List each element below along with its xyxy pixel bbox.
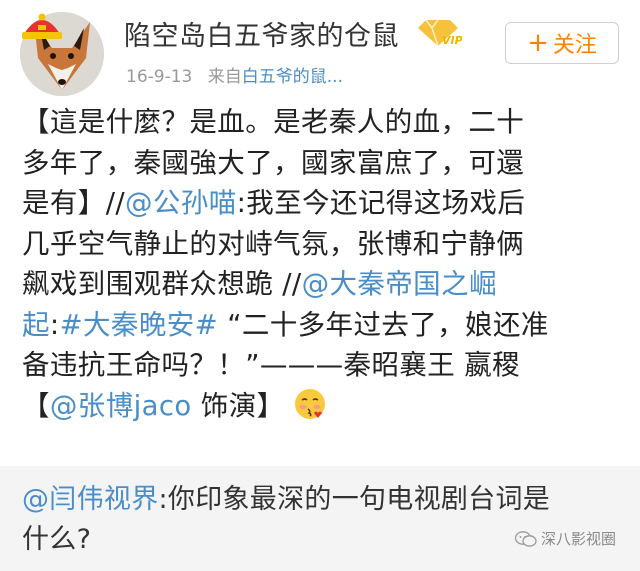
post-date: 16-9-13 — [126, 67, 193, 87]
post-text: “二十多年过去了，娘还准 — [218, 308, 549, 341]
watermark: 深八影视圈 — [514, 528, 616, 549]
plus-icon: + — [527, 28, 549, 58]
post-line: 飙戏到围观群众想跪 //@大秦帝国之崛 — [22, 264, 622, 305]
post-text: 飙戏到围观群众想跪 // — [22, 268, 302, 300]
watermark-text: 深八影视圈 — [540, 530, 616, 548]
post-line: 是有】//@公孙喵:我至今还记得这场戏后 — [22, 183, 622, 224]
retweet-section[interactable]: @闫伟视界:你印象最深的一句电视剧台词是 什么? 深八影视圈 — [0, 466, 640, 571]
post-text: 【 — [22, 389, 50, 422]
vip-diamond-icon[interactable]: VIP — [418, 16, 462, 46]
user-name[interactable]: 陷空岛白五爷家的仓鼠 — [124, 14, 399, 53]
retweet-line: @闫伟视界:你印象最深的一句电视剧台词是 — [22, 480, 550, 520]
post-line: 几乎空气静止的对峙气氛，张博和宁静俩 — [22, 227, 525, 260]
mention-link[interactable]: @张博jaco — [50, 390, 192, 422]
weibo-post: 陷空岛白五爷家的仓鼠 VIP 16-9-13 来自白五爷的鼠... + 关注 【… — [0, 0, 640, 571]
post-line: 【這是什麼？是血。是老秦人的血，二十 — [22, 106, 525, 138]
post-line: 【@张博jaco 饰演】 — [22, 386, 622, 427]
kiss-emoji-icon — [294, 388, 325, 419]
retweet-line: 什么? — [22, 524, 92, 555]
post-meta: 16-9-13 来自白五爷的鼠... — [126, 62, 343, 87]
follow-label: 关注 — [552, 33, 597, 58]
mention-link[interactable]: 起 — [22, 309, 50, 341]
post-text: :我至今还记得这场戏后 — [236, 187, 526, 219]
vip-badge-text: VIP — [442, 34, 462, 46]
post-text: 饰演】 — [191, 389, 285, 422]
crown-hat-icon — [22, 13, 62, 39]
post-line: 起:#大秦晚安# “二十多年过去了，娘还准 — [22, 305, 622, 346]
follow-button[interactable]: + 关注 — [505, 22, 619, 64]
post-body: 【這是什麼？是血。是老秦人的血，二十 多年了，秦國強大了，國家富庶了，可還 是有… — [22, 102, 622, 426]
user-avatar[interactable] — [20, 12, 104, 96]
post-text: 是有】// — [22, 187, 126, 219]
mention-link[interactable]: @公孙喵 — [125, 187, 237, 219]
post-line: 多年了，秦國強大了，國家富庶了，可還 — [22, 146, 525, 179]
post-source-link[interactable]: 白五爷的鼠... — [242, 67, 343, 87]
wechat-icon — [514, 530, 537, 547]
topic-link[interactable]: #大秦晚安# — [60, 309, 218, 341]
retweet-body: :你印象最深的一句电视剧台词是 — [158, 484, 551, 515]
retweet-text: @闫伟视界:你印象最深的一句电视剧台词是 什么? — [22, 480, 550, 560]
mention-link[interactable]: @闫伟视界 — [22, 484, 159, 515]
mention-link[interactable]: @大秦帝国之崛 — [302, 268, 497, 300]
post-source-prefix: 来自 — [207, 67, 242, 87]
post-line: 备违抗王命吗？！”———秦昭襄王 嬴稷 — [22, 349, 521, 381]
post-text: : — [49, 308, 60, 341]
